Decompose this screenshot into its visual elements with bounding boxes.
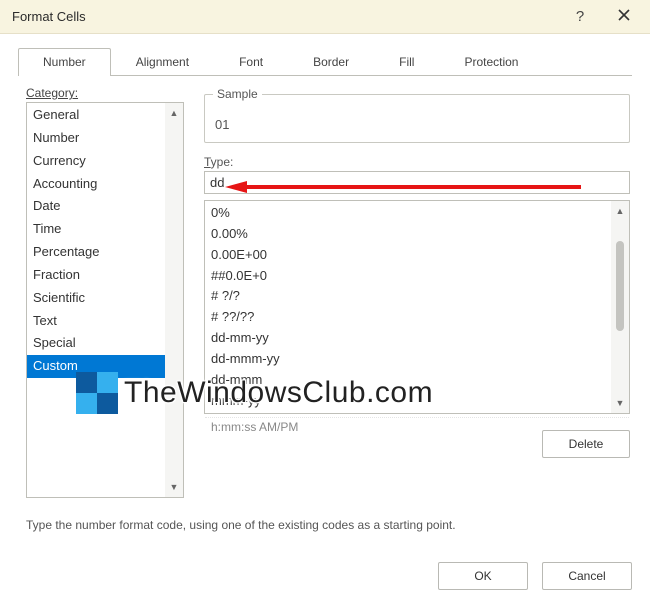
tab-font[interactable]: Font	[214, 48, 288, 76]
tab-fill[interactable]: Fill	[374, 48, 439, 76]
sample-value: 01	[215, 117, 229, 132]
help-button[interactable]: ?	[558, 0, 602, 33]
list-item[interactable]: Currency	[27, 150, 165, 173]
scrollbar[interactable]: ▲ ▼	[165, 103, 183, 497]
scrollbar[interactable]: ▲ ▼	[611, 201, 629, 413]
list-item[interactable]: Custom	[27, 355, 165, 378]
close-button[interactable]	[602, 0, 646, 33]
type-label: Type:	[204, 155, 630, 169]
list-item[interactable]: General	[27, 104, 165, 127]
titlebar: Format Cells ?	[0, 0, 650, 34]
format-item[interactable]: # ?/?	[205, 286, 611, 307]
dialog-title: Format Cells	[12, 9, 558, 24]
format-item[interactable]: dd-mm-yy	[205, 328, 611, 349]
scroll-up-icon[interactable]: ▲	[165, 103, 183, 123]
type-input[interactable]	[204, 171, 630, 194]
list-item[interactable]: Accounting	[27, 173, 165, 196]
list-item[interactable]: Fraction	[27, 264, 165, 287]
tab-alignment[interactable]: Alignment	[111, 48, 214, 76]
list-item[interactable]: Scientific	[27, 287, 165, 310]
scroll-up-icon[interactable]: ▲	[611, 201, 629, 221]
scroll-down-icon[interactable]: ▼	[165, 477, 183, 497]
format-item[interactable]: ##0.0E+0	[205, 266, 611, 287]
help-icon: ?	[576, 8, 584, 25]
list-item[interactable]: Text	[27, 310, 165, 333]
ok-button[interactable]: OK	[438, 562, 528, 590]
scroll-down-icon[interactable]: ▼	[611, 393, 629, 413]
sample-caption: Sample	[213, 87, 262, 101]
category-listbox[interactable]: GeneralNumberCurrencyAccountingDateTimeP…	[26, 102, 184, 498]
scroll-thumb[interactable]	[616, 241, 624, 331]
format-item[interactable]: 0.00E+00	[205, 245, 611, 266]
list-item[interactable]: Special	[27, 332, 165, 355]
format-item[interactable]: dd-mmm	[205, 370, 611, 391]
format-item[interactable]: 0%	[205, 203, 611, 224]
dialog-buttons: OK Cancel	[438, 562, 632, 590]
help-text: Type the number format code, using one o…	[0, 506, 650, 532]
category-label: Category:	[26, 86, 184, 100]
list-item[interactable]: Percentage	[27, 241, 165, 264]
list-item[interactable]: Time	[27, 218, 165, 241]
tab-border[interactable]: Border	[288, 48, 374, 76]
formats-listbox[interactable]: 0%0.00%0.00E+00##0.0E+0# ?/?# ??/??dd-mm…	[204, 200, 630, 414]
tab-number[interactable]: Number	[18, 48, 111, 76]
cancel-button[interactable]: Cancel	[542, 562, 632, 590]
close-icon	[618, 9, 630, 24]
format-item[interactable]: dd-mmm-yy	[205, 349, 611, 370]
list-item[interactable]: Date	[27, 195, 165, 218]
tab-content: Category: GeneralNumberCurrencyAccountin…	[0, 76, 650, 506]
custom-panel: Sample 01 Type: 0%0.00%0.00E+00##0.0E+0#…	[204, 86, 630, 498]
tab-strip: Number Alignment Font Border Fill Protec…	[0, 34, 650, 76]
sample-group: Sample 01	[204, 94, 630, 143]
category-panel: Category: GeneralNumberCurrencyAccountin…	[26, 86, 184, 498]
format-item-truncated: h:mm:ss AM/PM	[205, 417, 629, 434]
format-item[interactable]: mmm-yy	[205, 391, 611, 412]
tab-protection[interactable]: Protection	[439, 48, 543, 76]
list-item[interactable]: Number	[27, 127, 165, 150]
format-item[interactable]: 0.00%	[205, 224, 611, 245]
format-item[interactable]: # ??/??	[205, 307, 611, 328]
